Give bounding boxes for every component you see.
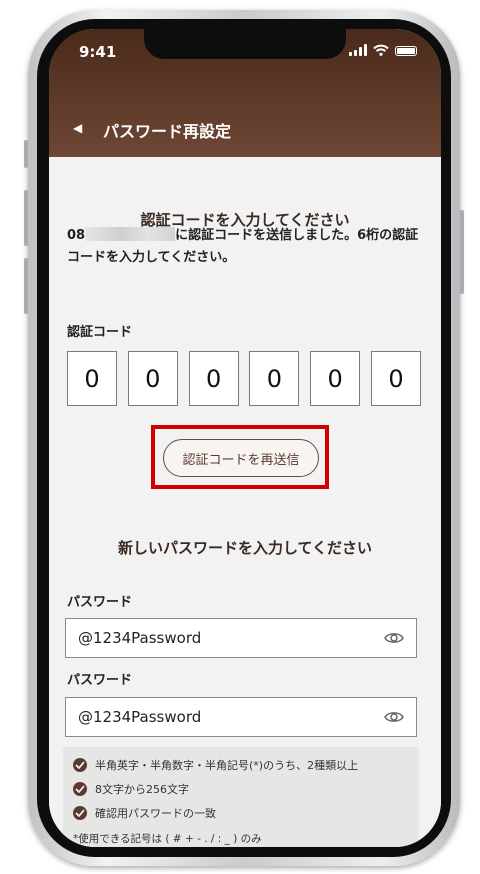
volume-down-button: [24, 258, 28, 314]
code-digit-5[interactable]: 0: [310, 351, 361, 406]
check-icon: [73, 806, 87, 820]
back-triangle-icon: ◀: [73, 121, 83, 135]
resend-code-button[interactable]: 認証コードを再送信: [163, 439, 319, 477]
code-digit-1[interactable]: 0: [67, 351, 117, 406]
password-field-2: [65, 697, 417, 737]
power-button: [460, 210, 464, 294]
rule-item: 半角英字・半角数字・半角記号(*)のうち、2種類以上: [73, 757, 358, 773]
phone-screen: 9:41 ◀ パスワード再設定 認証コードを入力してください 08 に認証コード…: [49, 29, 441, 847]
code-digit-3[interactable]: 0: [188, 351, 239, 406]
page-title: パスワード再設定: [103, 122, 232, 141]
rule-text: 半角英字・半角数字・半角記号(*)のうち、2種類以上: [95, 759, 359, 772]
signal-icon: [349, 44, 367, 56]
header-bar: 9:41 ◀ パスワード再設定: [49, 29, 441, 157]
phone-prefix: 08: [67, 228, 86, 243]
mute-switch: [24, 140, 28, 168]
password-label-2: パスワード: [67, 673, 133, 688]
eye-icon[interactable]: [384, 630, 404, 646]
rule-item: 確認用パスワードの一致: [73, 805, 216, 821]
check-icon: [73, 758, 87, 772]
rule-item: 8文字から256文字: [73, 781, 189, 797]
code-digit-6[interactable]: 0: [370, 351, 421, 406]
code-input-row: 0 0 0 0 0 0: [67, 351, 421, 406]
password-input-1[interactable]: [66, 618, 380, 658]
phone-frame: 9:41 ◀ パスワード再設定 認証コードを入力してください 08 に認証コード…: [24, 10, 464, 866]
notch: [144, 29, 346, 59]
rule-text: 確認用パスワードの一致: [95, 807, 216, 820]
symbols-note: *使用できる記号は ( # + - . / : _ ) のみ: [73, 833, 262, 845]
status-icons: [349, 44, 417, 56]
password-rules: 半角英字・半角数字・半角記号(*)のうち、2種類以上 8文字から256文字 確認…: [63, 747, 419, 847]
masked-phone-number: [85, 227, 176, 241]
password-input-2[interactable]: [66, 697, 380, 737]
volume-up-button: [24, 190, 28, 246]
code-digit-4[interactable]: 0: [249, 351, 300, 406]
back-button[interactable]: ◀: [73, 121, 82, 135]
eye-icon[interactable]: [384, 709, 404, 725]
code-label: 認証コード: [67, 325, 133, 340]
new-password-heading: 新しいパスワードを入力してください: [117, 539, 373, 557]
main-content: 認証コードを入力してください 08 に認証コードを送信しました。6桁の認証コードを…: [49, 157, 441, 847]
check-icon: [73, 782, 87, 796]
status-time: 9:41: [79, 43, 117, 61]
wifi-icon: [373, 44, 389, 56]
battery-icon: [395, 46, 417, 56]
rule-text: 8文字から256文字: [95, 783, 189, 796]
password-field-1: [65, 618, 417, 658]
verification-description: 08 に認証コードを送信しました。6桁の認証コードを入力してください。: [67, 225, 427, 269]
password-label-1: パスワード: [67, 595, 133, 610]
code-digit-2[interactable]: 0: [127, 351, 178, 406]
